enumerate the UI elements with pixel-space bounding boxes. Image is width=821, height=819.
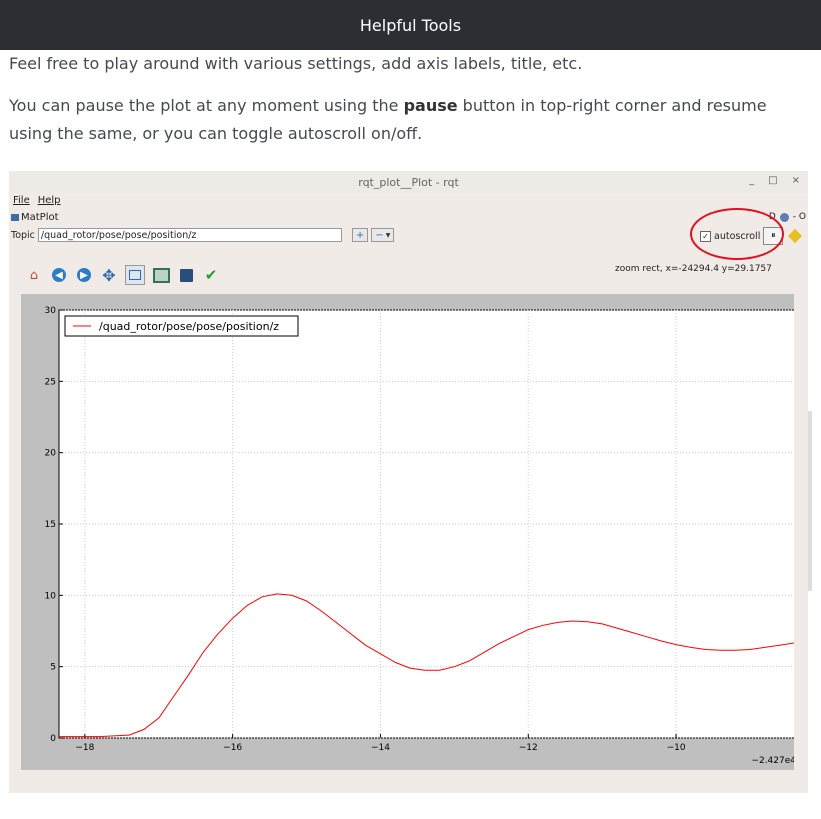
x-tick-label: −12 [519, 743, 538, 753]
y-tick-label: 15 [45, 520, 56, 530]
home-icon[interactable]: ⌂ [25, 266, 43, 284]
x-tick-label: −14 [371, 743, 390, 753]
menu-file[interactable]: File [13, 195, 30, 206]
y-tick-label: 0 [50, 734, 56, 744]
add-topic-button[interactable]: + [351, 228, 369, 242]
check-icon[interactable]: ✔ [202, 266, 220, 284]
topic-label: Topic [11, 229, 35, 241]
close-plugin-button[interactable]: - O [793, 212, 806, 222]
remove-topic-label: − [375, 229, 384, 241]
maximize-button[interactable]: □ [768, 175, 777, 186]
remove-topic-button[interactable]: − ▼ [371, 228, 395, 242]
minimize-button[interactable]: _ [749, 175, 754, 186]
clear-icon[interactable] [788, 228, 803, 244]
pause-keyword: pause [403, 96, 458, 115]
x-offset-label: −2.427e4 [751, 756, 794, 766]
window-title: rqt_plot__Plot - rqt [358, 175, 459, 189]
x-tick-label: −10 [667, 743, 686, 753]
window-controls: _ □ × [749, 175, 800, 186]
plot-frame: −18 −16 −14 −12 −10 0 5 10 15 20 25 30 −2.427e4/quad… [21, 294, 799, 770]
forward-icon[interactable]: ▶ [75, 266, 93, 284]
rqt-window-screenshot: rqt_plot__Plot - rqt _ □ × File Help Mat… [9, 171, 812, 793]
help-icon[interactable] [779, 212, 789, 222]
y-tick-label: 20 [45, 449, 57, 459]
scrollbar[interactable] [808, 411, 812, 591]
paragraph-pause: You can pause the plot at any moment usi… [9, 92, 801, 148]
y-tick-label: 5 [50, 663, 56, 673]
window-title-bar: rqt_plot__Plot - rqt [9, 171, 808, 193]
x-tick-label: −18 [75, 743, 94, 753]
back-icon[interactable]: ◀ [50, 266, 68, 284]
page-title: Helpful Tools [359, 15, 462, 35]
annotation-circle [690, 208, 784, 260]
topic-input[interactable]: /quad_rotor/pose/pose/position/z [37, 228, 342, 242]
pan-icon[interactable]: ✥ [100, 266, 118, 285]
topic-row: Topic /quad_rotor/pose/pose/position/z +… [11, 228, 395, 242]
plot-svg: −18 −16 −14 −12 −10 0 5 10 15 20 25 30 −2.427e4/quad… [45, 306, 799, 766]
paragraph-settings: Feel free to play around with various se… [9, 54, 583, 73]
chevron-down-icon: ▼ [385, 231, 391, 239]
plot-toolbar: ⌂ ◀ ▶ ✥ ✔ [25, 265, 220, 285]
plugin-header: MatPlot [11, 212, 59, 223]
plugin-label: MatPlot [21, 212, 59, 223]
configure-icon[interactable] [152, 266, 170, 284]
paragraph-pause-text-1: You can pause the plot at any moment usi… [9, 96, 404, 115]
save-icon[interactable] [177, 266, 195, 284]
menu-bar: File Help [13, 195, 61, 206]
y-tick-label: 25 [45, 377, 56, 387]
y-tick-label: 30 [45, 306, 57, 316]
menu-help[interactable]: Help [38, 195, 61, 206]
coord-readout: zoom rect, x=-24294.4 y=29.1757 [615, 264, 772, 274]
top-bar: Helpful Tools [0, 0, 821, 50]
zoom-icon[interactable] [125, 265, 145, 285]
close-button[interactable]: × [792, 175, 800, 186]
y-tick-label: 10 [45, 591, 57, 601]
legend-label: /quad_rotor/pose/pose/position/z [99, 320, 279, 333]
x-tick-label: −16 [223, 743, 242, 753]
matplot-icon [11, 214, 19, 221]
